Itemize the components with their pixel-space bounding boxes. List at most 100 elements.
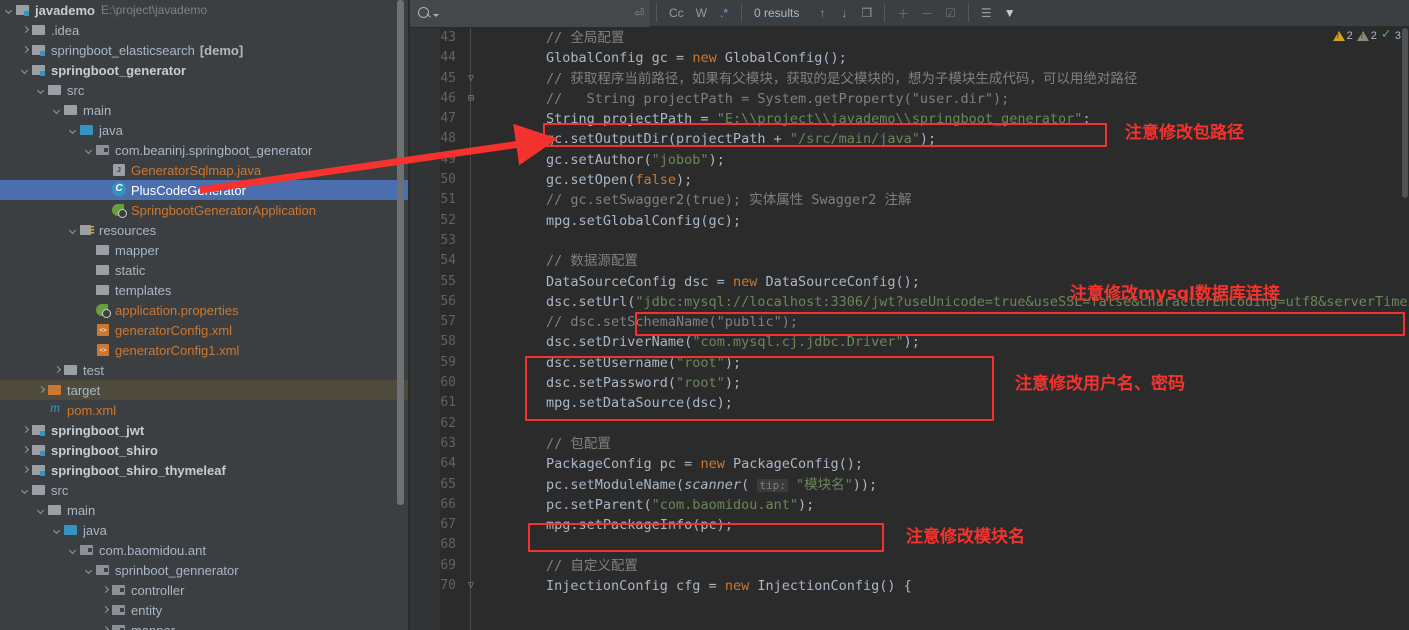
code-line[interactable]: 48 gc.setOutputDir(projectPath + "/src/ma… [410,129,1409,149]
ok-badge[interactable]: 3 [1381,26,1401,42]
code-line[interactable]: 65 pc.setModuleName(scanner( tip: "模块名"))… [410,475,1409,495]
code-line[interactable]: 51 // gc.setSwagger2(true); 实体属性 Swagger2… [410,190,1409,210]
tree-item-entity[interactable]: entity [0,600,410,620]
select-all-occurrences-icon[interactable]: ☑ [939,0,962,27]
chevron-down-icon[interactable] [68,125,79,136]
whole-words-button[interactable]: W [690,0,713,27]
code-line[interactable]: 53 [410,231,1409,251]
remove-occurrence-icon[interactable]: － [915,0,939,27]
project-tree-panel[interactable]: javademo E:\project\javademo .idea springbo… [0,0,410,630]
search-field-wrapper[interactable]: ⏎ [410,0,650,27]
chevron-down-icon[interactable] [20,65,31,76]
tree-item-springboot-generator[interactable]: springboot_generator [0,60,410,80]
chevron-right-icon[interactable] [100,605,111,616]
code-line[interactable]: 58 dsc.setDriverName("com.mysql.cj.jdbc.D… [410,332,1409,352]
tree-item-springboot-shiro[interactable]: springboot_shiro [0,440,410,460]
chevron-right-icon[interactable] [100,585,111,596]
code-editor[interactable]: 43 // 全局配置 44 GlobalConfig gc = new GlobalC… [410,28,1409,630]
tree-item-application-properties[interactable]: application.properties [0,300,410,320]
code-fold-marker[interactable]: ▽ [464,69,478,89]
tree-item-src[interactable]: src [0,80,410,100]
tree-item--idea[interactable]: .idea [0,20,410,40]
editor-vertical-scrollbar[interactable] [1402,28,1408,198]
add-occurrence-icon[interactable]: ＋ [891,0,915,27]
find-previous-button[interactable]: ↑ [811,0,833,27]
tree-item-mapper[interactable]: mapper [0,620,410,630]
chevron-right-icon[interactable] [100,625,111,630]
tree-item-main[interactable]: main [0,500,410,520]
code-line[interactable]: 64 PackageConfig pc = new PackageConfig()… [410,454,1409,474]
tree-item-pluscodegenerator[interactable]: PlusCodeGenerator [0,180,410,200]
chevron-right-icon[interactable] [20,425,31,436]
code-line[interactable]: 69 // 自定义配置 [410,556,1409,576]
tree-item-com-baomidou-ant[interactable]: com.baomidou.ant [0,540,410,560]
chevron-down-icon[interactable] [36,505,47,516]
code-line[interactable]: 55 DataSourceConfig dsc = new DataSourceC… [410,272,1409,292]
find-next-button[interactable]: ↓ [833,0,855,27]
code-line[interactable]: 60 dsc.setPassword("root"); [410,373,1409,393]
tree-item-javademo[interactable]: javademo E:\project\javademo [0,0,410,20]
find-toolbar[interactable]: ⏎ Cc W .* 0 results ↑ ↓ ❐ ＋ － ☑ ☰ ▼ [410,0,1409,27]
chevron-right-icon[interactable] [36,385,47,396]
tree-item-controller[interactable]: controller [0,580,410,600]
chevron-right-icon[interactable] [52,365,63,376]
tree-item-com-beaninj-springboot-generator[interactable]: com.beaninj.springboot_generator [0,140,410,160]
warning-badge-yellow[interactable]: 2 [1332,30,1353,42]
code-line[interactable]: 62 [410,414,1409,434]
tree-item-generatorconfig1-xml[interactable]: generatorConfig1.xml [0,340,410,360]
code-line[interactable]: 61 mpg.setDataSource(dsc); [410,393,1409,413]
code-line[interactable]: 63 // 包配置 [410,434,1409,454]
tree-item-target[interactable]: target [0,380,410,400]
code-line[interactable]: 59 dsc.setUsername("root"); [410,353,1409,373]
tree-item-java[interactable]: java [0,520,410,540]
code-line[interactable]: 50 gc.setOpen(false); [410,170,1409,190]
match-case-button[interactable]: Cc [663,0,690,27]
code-lines[interactable]: 43 // 全局配置 44 GlobalConfig gc = new GlobalC… [410,28,1409,596]
tree-item-static[interactable]: static [0,260,410,280]
code-line[interactable]: 66 pc.setParent("com.baomidou.ant"); [410,495,1409,515]
chevron-down-icon[interactable] [52,525,63,536]
chevron-down-icon[interactable] [84,565,95,576]
filter-list-icon[interactable]: ☰ [975,0,998,27]
code-line[interactable]: 68 [410,535,1409,555]
filter-icon[interactable]: ▼ [998,0,1022,27]
tree-item-springboot-shiro-thymeleaf[interactable]: springboot_shiro_thymeleaf [0,460,410,480]
code-fold-marker[interactable]: ▽ [464,576,478,596]
chevron-right-icon[interactable] [20,25,31,36]
tree-item-test[interactable]: test [0,360,410,380]
chevron-down-icon[interactable] [52,105,63,116]
search-input[interactable] [439,6,628,20]
chevron-right-icon[interactable] [20,45,31,56]
tree-item-springboot-jwt[interactable]: springboot_jwt [0,420,410,440]
code-line[interactable]: 43 // 全局配置 [410,28,1409,48]
warning-badge-grey[interactable]: 2 [1356,30,1377,42]
open-in-find-window-button[interactable]: ❐ [855,0,878,27]
project-tree[interactable]: javademo E:\project\javademo .idea springbo… [0,0,410,630]
code-line[interactable]: 52 mpg.setGlobalConfig(gc); [410,211,1409,231]
inspection-widget[interactable]: 2 2 3 [1332,26,1401,42]
code-line[interactable]: 56 dsc.setUrl("jdbc:mysql://localhost:330… [410,292,1409,312]
regex-button[interactable]: .* [713,0,735,27]
chevron-right-icon[interactable] [20,465,31,476]
code-line[interactable]: 67 mpg.setPackageInfo(pc); [410,515,1409,535]
code-line[interactable]: 70 ▽ InjectionConfig cfg = new InjectionCo… [410,576,1409,596]
code-line[interactable]: 57 // dsc.setSchemaName("public"); [410,312,1409,332]
tree-item-mapper[interactable]: mapper [0,240,410,260]
chevron-right-icon[interactable] [20,445,31,456]
tree-item-src[interactable]: src [0,480,410,500]
code-line[interactable]: 46 ⊟ // String projectPath = System.getPro… [410,89,1409,109]
sidebar-vertical-scrollbar[interactable] [397,0,404,505]
chevron-down-icon[interactable] [68,225,79,236]
tree-item-pom-xml[interactable]: pom.xml [0,400,410,420]
tree-item-main[interactable]: main [0,100,410,120]
tree-item-resources[interactable]: resources [0,220,410,240]
chevron-down-icon[interactable] [68,545,79,556]
tree-item-java[interactable]: java [0,120,410,140]
chevron-down-icon[interactable] [4,5,15,16]
tree-item-generatorconfig-xml[interactable]: generatorConfig.xml [0,320,410,340]
tree-item-springbootgeneratorapplication[interactable]: SpringbootGeneratorApplication [0,200,410,220]
code-line[interactable]: 47 String projectPath = "E:\\project\\jav… [410,109,1409,129]
code-line[interactable]: 54 // 数据源配置 [410,251,1409,271]
tree-item-springboot-elasticsearch[interactable]: springboot_elasticsearch [demo] [0,40,410,60]
tree-item-sprinboot-gennerator[interactable]: sprinboot_gennerator [0,560,410,580]
